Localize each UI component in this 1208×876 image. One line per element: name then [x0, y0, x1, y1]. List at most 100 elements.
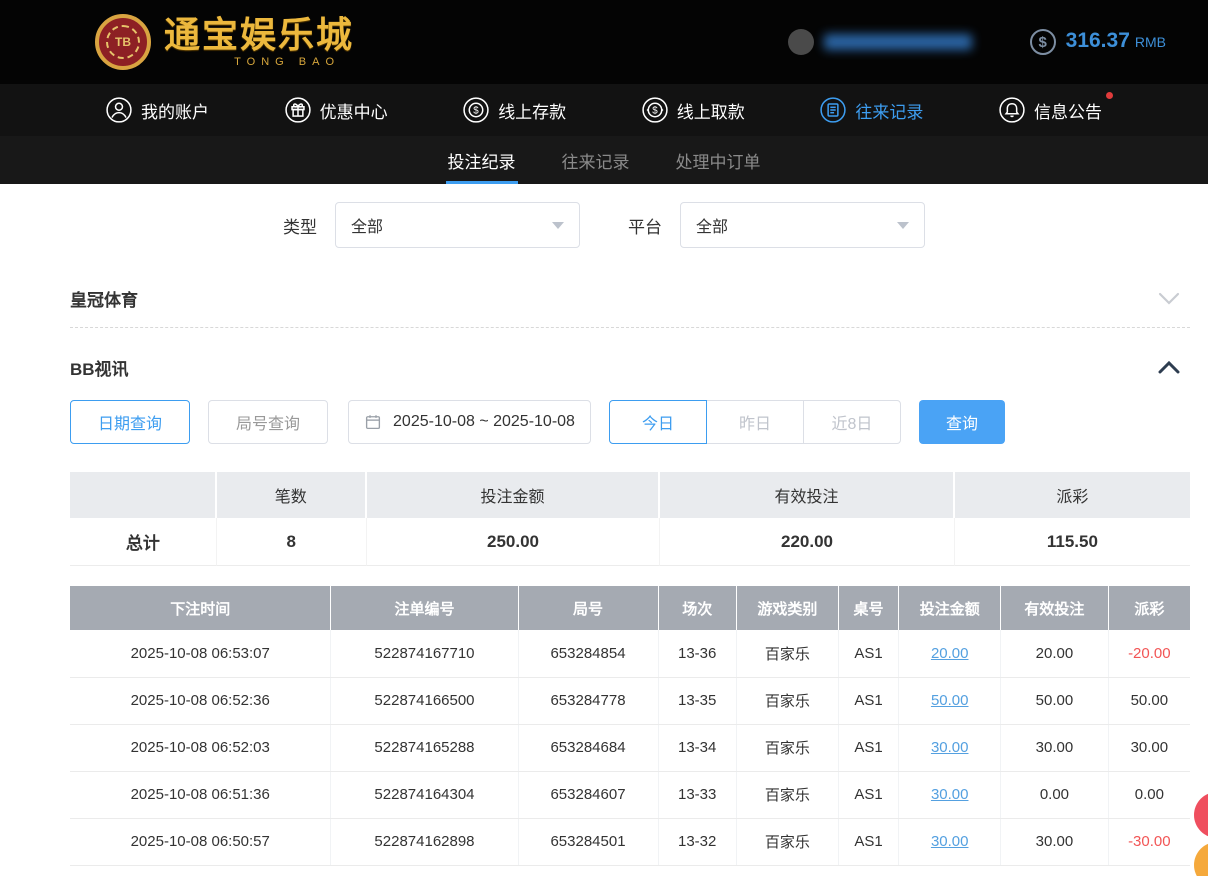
game-type-cell: 百家乐	[736, 724, 838, 771]
filter-row: 类型 全部 平台 全部	[0, 202, 1208, 248]
type-select[interactable]: 全部	[335, 202, 580, 248]
query-bar: 日期查询 局号查询 2025-10-08 ~ 2025-10-08 今日 昨日 …	[70, 400, 1190, 444]
chevron-down-icon	[897, 222, 909, 229]
logo-badge: TB	[106, 25, 140, 59]
search-button[interactable]: 查询	[919, 400, 1005, 444]
summary-count-value: 8	[217, 518, 367, 566]
user-avatar[interactable]	[788, 29, 814, 55]
nav-label: 线上取款	[677, 98, 745, 123]
bet-amount-link[interactable]: 30.00	[931, 786, 969, 803]
payout-cell: -20.00	[1108, 630, 1190, 677]
valid-bet-cell: 0.00	[1001, 771, 1109, 818]
summary-total-label: 总计	[70, 518, 217, 566]
bet-records-table: 下注时间 注单编号 局号 场次 游戏类别 桌号 投注金额 有效投注 派彩 202…	[70, 586, 1190, 866]
session-cell: 13-36	[658, 630, 736, 677]
nav-item-online-deposit[interactable]: $ 线上存款	[463, 97, 566, 123]
summary-header-empty	[70, 472, 217, 518]
date-range-value: 2025-10-08 ~ 2025-10-08	[393, 413, 575, 431]
game-type-cell: 百家乐	[736, 818, 838, 865]
chevron-up-icon	[1158, 361, 1190, 374]
valid-bet-cell: 50.00	[1001, 677, 1109, 724]
table-no-cell: AS1	[838, 771, 898, 818]
tab-transfer-records[interactable]: 往来记录	[562, 136, 630, 184]
nav-item-my-account[interactable]: 我的账户	[106, 97, 209, 123]
column-header-time: 下注时间	[70, 586, 331, 630]
column-header-game-type: 游戏类别	[736, 586, 838, 630]
table-header-row: 下注时间 注单编号 局号 场次 游戏类别 桌号 投注金额 有效投注 派彩	[70, 586, 1190, 630]
nav-item-announcements[interactable]: 信息公告	[999, 97, 1102, 123]
game-type-cell: 百家乐	[736, 771, 838, 818]
session-cell: 13-32	[658, 818, 736, 865]
payout-cell: 50.00	[1108, 677, 1190, 724]
table-row: 2025-10-08 06:50:57 522874162898 6532845…	[70, 818, 1190, 865]
logo-subtitle: TONG BAO	[234, 56, 354, 68]
type-filter-label: 类型	[283, 213, 317, 238]
tab-bet-records[interactable]: 投注纪录	[448, 136, 516, 184]
tab-pending-orders[interactable]: 处理中订单	[676, 136, 761, 184]
nav-item-promotions[interactable]: 优惠中心	[285, 97, 388, 123]
column-header-payout: 派彩	[1108, 586, 1190, 630]
username-masked	[824, 34, 972, 50]
chevron-down-icon	[552, 222, 564, 229]
section-title: 皇冠体育	[70, 286, 138, 311]
table-no-cell: AS1	[838, 724, 898, 771]
yesterday-button[interactable]: 昨日	[706, 400, 804, 444]
section-crown-sports[interactable]: 皇冠体育	[70, 270, 1190, 328]
table-row: 2025-10-08 06:52:03 522874165288 6532846…	[70, 724, 1190, 771]
nav-item-online-withdrawal[interactable]: $ 线上取款	[642, 97, 745, 123]
summary-header-payout: 派彩	[955, 472, 1190, 518]
section-bb-video[interactable]: BB视讯	[70, 342, 1190, 392]
svg-text:$: $	[473, 106, 479, 117]
session-cell: 13-35	[658, 677, 736, 724]
today-button[interactable]: 今日	[609, 400, 707, 444]
platform-select[interactable]: 全部	[680, 202, 925, 248]
summary-bet-amount-value: 250.00	[367, 518, 660, 566]
bet-amount-link[interactable]: 30.00	[931, 739, 969, 756]
tab-label: 处理中订单	[676, 148, 761, 173]
notification-dot	[1106, 92, 1113, 99]
tab-label: 投注纪录	[448, 148, 516, 173]
nav-item-transfer-records[interactable]: 往来记录	[820, 97, 923, 123]
round-query-button[interactable]: 局号查询	[208, 400, 328, 444]
bet-amount-link[interactable]: 50.00	[931, 692, 969, 709]
calendar-icon	[364, 413, 382, 431]
table-row: 2025-10-08 06:51:36 522874164304 6532846…	[70, 771, 1190, 818]
bet-amount-link[interactable]: 30.00	[931, 833, 969, 850]
date-query-button[interactable]: 日期查询	[70, 400, 190, 444]
svg-text:$: $	[652, 106, 658, 117]
order-no-cell: 522874164304	[331, 771, 518, 818]
bet-amount-link[interactable]: 20.00	[931, 645, 969, 662]
table-row: 2025-10-08 06:53:07 522874167710 6532848…	[70, 630, 1190, 677]
bet-time-cell: 2025-10-08 06:52:03	[70, 724, 331, 771]
floating-service-button-secondary[interactable]	[1194, 842, 1208, 876]
payout-cell: 0.00	[1108, 771, 1190, 818]
floating-service-button[interactable]	[1194, 792, 1208, 838]
summary-header-count: 笔数	[217, 472, 367, 518]
round-no-cell: 653284684	[518, 724, 658, 771]
chevron-down-icon	[1158, 292, 1190, 305]
tab-label: 往来记录	[562, 148, 630, 173]
platform-select-value: 全部	[696, 213, 728, 237]
order-no-cell: 522874162898	[331, 818, 518, 865]
table-row: 2025-10-08 06:52:36 522874166500 6532847…	[70, 677, 1190, 724]
summary-header-bet-amount: 投注金额	[367, 472, 660, 518]
order-no-cell: 522874166500	[331, 677, 518, 724]
nav-label: 我的账户	[141, 98, 209, 123]
poker-chip-logo-icon: TB	[95, 14, 151, 70]
bet-time-cell: 2025-10-08 06:53:07	[70, 630, 331, 677]
nav-label: 信息公告	[1034, 98, 1102, 123]
user-icon	[106, 97, 132, 123]
summary-valid-bet-value: 220.00	[660, 518, 955, 566]
column-header-bet-amount: 投注金额	[899, 586, 1001, 630]
balance-display[interactable]: $ 316.37 RMB	[1030, 29, 1166, 55]
site-logo[interactable]: TB 通宝娱乐城 TONG BAO	[95, 14, 354, 70]
last-8-days-button[interactable]: 近8日	[803, 400, 901, 444]
summary-table: 笔数 投注金额 有效投注 派彩 总计 8 250.00 220.00 115.5…	[70, 472, 1190, 566]
nav-label: 线上存款	[498, 98, 566, 123]
bet-time-cell: 2025-10-08 06:51:36	[70, 771, 331, 818]
section-title: BB视讯	[70, 355, 129, 380]
date-range-input[interactable]: 2025-10-08 ~ 2025-10-08	[348, 400, 591, 444]
order-no-cell: 522874167710	[331, 630, 518, 677]
table-no-cell: AS1	[838, 630, 898, 677]
game-type-cell: 百家乐	[736, 677, 838, 724]
